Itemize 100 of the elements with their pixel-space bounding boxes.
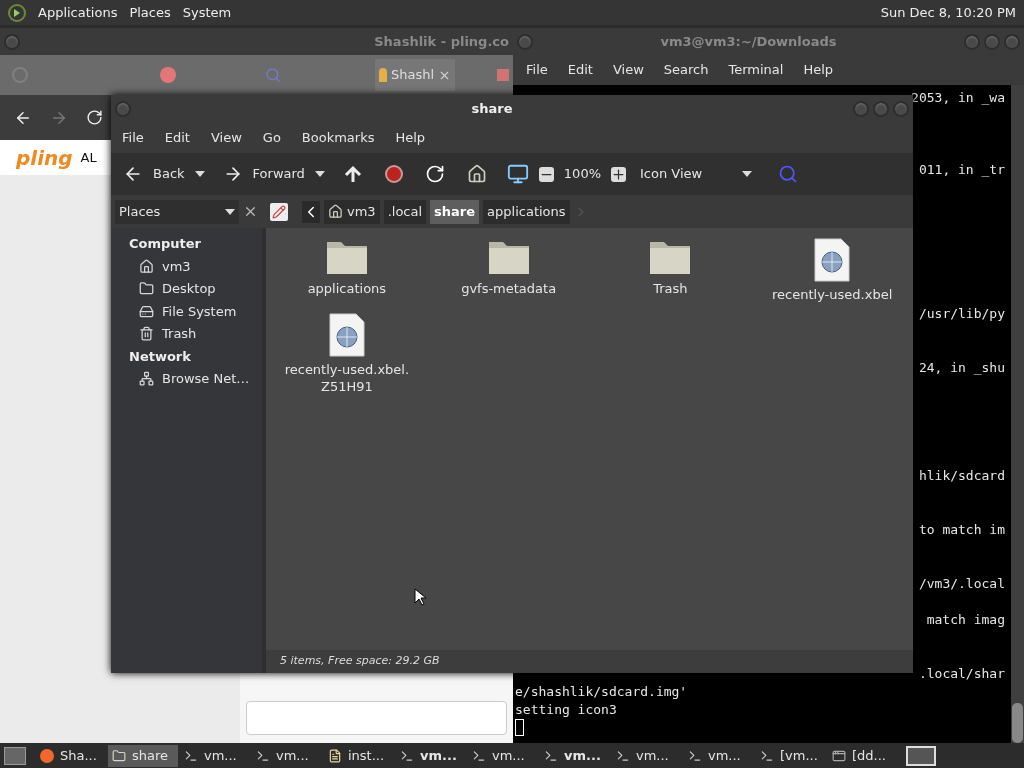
- taskbar-button[interactable]: vm...: [180, 744, 250, 767]
- close-icon[interactable]: [243, 204, 258, 219]
- notepad-icon: [328, 748, 342, 763]
- menu-item[interactable]: Search: [663, 60, 709, 80]
- caret-icon: [314, 171, 325, 177]
- taskbar-button[interactable]: vm...: [612, 744, 682, 767]
- menu-item[interactable]: File: [526, 60, 548, 80]
- menu-item[interactable]: Edit: [567, 60, 593, 80]
- directory-entry[interactable]: Trash: [589, 238, 752, 303]
- menu-item[interactable]: Terminal: [728, 60, 784, 80]
- breadcrumb-button[interactable]: share: [430, 199, 480, 224]
- menu-item[interactable]: Edit: [164, 127, 190, 148]
- sidebar-heading: Computer: [129, 235, 203, 253]
- home-icon: [328, 204, 343, 219]
- maximize-button[interactable]: [984, 33, 1000, 50]
- directory-entry[interactable]: recently-used.xbel.Z51H91: [266, 313, 428, 395]
- window-menu-button[interactable]: [517, 33, 533, 50]
- globe-document-icon: [814, 238, 851, 282]
- taskbar-button[interactable]: vm...: [468, 744, 538, 767]
- breadcrumb-button[interactable]: .local: [383, 199, 427, 224]
- trash-icon: [139, 326, 154, 342]
- menu-item[interactable]: View: [210, 127, 242, 148]
- taskbar-button[interactable]: [dd...: [828, 744, 898, 767]
- drive-icon: [139, 303, 154, 319]
- show-desktop-icon[interactable]: [4, 746, 26, 765]
- terminal-icon: [256, 748, 270, 763]
- minimize-button[interactable]: [853, 100, 869, 117]
- window-title: vm3@vm3:~/Downloads: [659, 32, 838, 51]
- taskbar-button[interactable]: inst...: [324, 744, 394, 767]
- sidebar-item[interactable]: Browse Net…: [129, 369, 262, 389]
- close-button[interactable]: [893, 100, 909, 117]
- terminal-icon: [472, 748, 486, 763]
- menu-item[interactable]: Go: [262, 127, 281, 148]
- home-icon[interactable]: [466, 164, 487, 184]
- taskbar-button[interactable]: [vm...: [756, 744, 826, 767]
- breadcrumb-button[interactable]: applications: [483, 199, 570, 224]
- view-dropdown[interactable]: Icon View: [640, 164, 753, 184]
- terminal-icon: [544, 748, 558, 763]
- terminal-line: hlik/sdcard: [918, 467, 1005, 485]
- zoom-out-icon[interactable]: [538, 166, 554, 182]
- zoom-in-icon[interactable]: [611, 166, 626, 182]
- terminal-icon: [184, 748, 198, 763]
- forward-button[interactable]: Forward: [222, 164, 305, 184]
- menu-item[interactable]: File: [122, 127, 144, 148]
- sidebar-item[interactable]: File System: [129, 301, 262, 321]
- window-menu-button[interactable]: [115, 100, 131, 117]
- terminal-icon: [616, 748, 630, 763]
- browser-icon: [40, 748, 54, 763]
- directory-entry[interactable]: applications: [266, 238, 428, 303]
- sidebar-item[interactable]: Desktop: [129, 279, 262, 299]
- side-pane-dropdown[interactable]: Places: [115, 199, 239, 224]
- terminal-line: e/shashlik/sdcard.img': [515, 683, 688, 701]
- reload-icon[interactable]: [86, 109, 103, 126]
- panel-menu[interactable]: Places: [129, 2, 171, 23]
- taskbar-button[interactable]: Sha...: [36, 744, 106, 767]
- caret-icon: [225, 208, 235, 215]
- window-title: share: [470, 99, 514, 118]
- mouse-cursor-icon: [414, 588, 426, 606]
- menu-item[interactable]: Bookmarks: [301, 127, 375, 148]
- home-icon: [139, 258, 154, 274]
- maximize-button[interactable]: [873, 100, 889, 117]
- directory-entry[interactable]: gvfs-metadata: [427, 238, 590, 303]
- menu-item[interactable]: Help: [395, 127, 426, 148]
- stop-icon[interactable]: [384, 165, 403, 183]
- panel-logo-icon[interactable]: [8, 3, 26, 22]
- clock[interactable]: Sun Dec 8, 10:20 PM: [880, 2, 1016, 23]
- minimize-button[interactable]: [964, 33, 980, 50]
- sidebar-item[interactable]: vm3: [129, 256, 262, 276]
- taskbar-button[interactable]: vm...: [684, 744, 754, 767]
- taskbar-button[interactable]: vm...: [252, 744, 322, 767]
- up-arrow-icon[interactable]: [342, 164, 363, 184]
- terminal-line: setting icon3: [515, 701, 617, 719]
- menu-item[interactable]: View: [612, 60, 644, 80]
- terminal-line: /vm3/.local: [918, 575, 1005, 593]
- scroll-left-icon[interactable]: [302, 200, 320, 223]
- computer-icon[interactable]: [506, 163, 529, 185]
- panel-menu[interactable]: System: [182, 2, 232, 23]
- browser-icon[interactable]: [160, 67, 176, 83]
- input-field[interactable]: [246, 701, 507, 735]
- breadcrumb-button[interactable]: vm3: [324, 199, 380, 224]
- taskbar-button[interactable]: vm...: [396, 744, 466, 767]
- window-menu-button[interactable]: [4, 33, 20, 50]
- terminal-line: match imag: [926, 611, 1005, 629]
- menu-item[interactable]: Help: [803, 60, 834, 80]
- window-icon: [832, 748, 846, 763]
- edit-location-icon[interactable]: [270, 202, 288, 221]
- sidebar-item[interactable]: Trash: [129, 324, 262, 344]
- close-button[interactable]: [1004, 33, 1020, 50]
- taskbar-button[interactable]: vm...: [540, 744, 610, 767]
- search-icon[interactable]: [778, 164, 799, 184]
- back-button[interactable]: Back: [123, 164, 185, 184]
- scrollbar[interactable]: [1011, 85, 1024, 743]
- terminal-line: .local/shar: [918, 665, 1005, 683]
- directory-entry[interactable]: recently-used.xbel: [751, 238, 913, 303]
- pin-icon: [379, 68, 387, 82]
- taskbar-button[interactable]: share: [108, 744, 178, 767]
- terminal-line: to match im: [918, 521, 1005, 539]
- reload-icon[interactable]: [424, 164, 445, 184]
- panel-menu[interactable]: Applications: [38, 2, 118, 23]
- workspace-switcher[interactable]: [906, 745, 936, 766]
